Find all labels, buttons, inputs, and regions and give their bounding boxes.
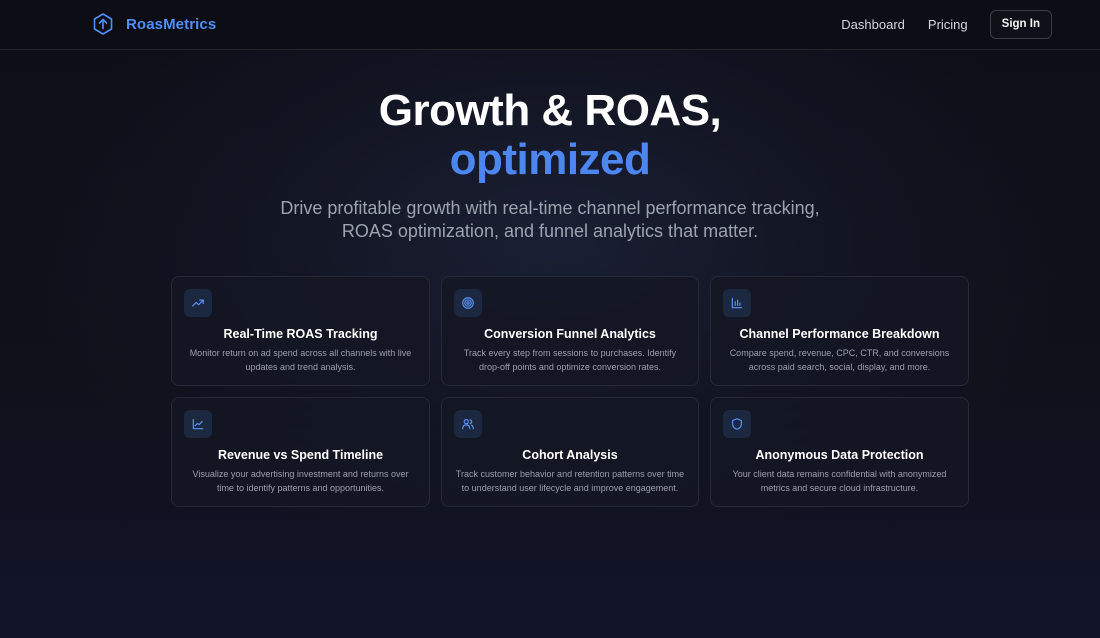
- line-chart-icon: [192, 418, 204, 430]
- feature-description: Your client data remains confidential wi…: [732, 469, 947, 493]
- nav-links: Dashboard Pricing Sign In: [841, 9, 1052, 39]
- feature-title: Revenue vs Spend Timeline: [217, 448, 384, 462]
- feature-title: Cohort Analysis: [522, 448, 618, 462]
- nav-link-dashboard[interactable]: Dashboard: [841, 17, 905, 32]
- feature-icon-tile: [184, 410, 212, 438]
- hero-subtitle-line-2: ROAS optimization, and funnel analytics …: [341, 221, 759, 241]
- feature-card-roas-tracking: Real-Time ROAS Tracking Monitor return o…: [171, 276, 430, 386]
- feature-icon-tile: [454, 410, 482, 438]
- nav-link-pricing[interactable]: Pricing: [928, 17, 968, 32]
- hero-title-highlight: optimized: [449, 135, 651, 184]
- shield-icon: [732, 418, 742, 430]
- feature-description: Track every step from sessions to purcha…: [463, 348, 677, 372]
- brand-logo-link[interactable]: RoasMetrics: [91, 11, 216, 37]
- trending-up-icon: [192, 299, 204, 307]
- feature-title: Conversion Funnel Analytics: [484, 327, 656, 341]
- top-navbar: RoasMetrics Dashboard Pricing Sign In: [0, 0, 1100, 50]
- bar-chart-icon: [731, 297, 743, 309]
- feature-icon-tile: [723, 410, 751, 438]
- brand-name: RoasMetrics: [126, 15, 217, 33]
- feature-description: Visualize your advertising investment an…: [192, 469, 409, 493]
- target-icon: [462, 297, 474, 309]
- hero-title: Growth & ROAS, optimized: [0, 86, 1100, 184]
- hero-subtitle: Drive profitable growth with real-time c…: [0, 197, 1100, 243]
- feature-title: Anonymous Data Protection: [755, 448, 924, 462]
- hero-title-line-1: Growth & ROAS,: [378, 86, 722, 135]
- sign-in-button[interactable]: Sign In: [989, 9, 1052, 39]
- feature-title: Channel Performance Breakdown: [739, 327, 940, 341]
- feature-card-revenue-timeline: Revenue vs Spend Timeline Visualize your…: [171, 397, 430, 507]
- feature-card-data-protection: Anonymous Data Protection Your client da…: [710, 397, 969, 507]
- feature-description: Compare spend, revenue, CPC, CTR, and co…: [729, 348, 950, 372]
- feature-title: Real-Time ROAS Tracking: [223, 327, 378, 341]
- feature-card-cohort-analysis: Cohort Analysis Track customer behavior …: [441, 397, 699, 507]
- feature-icon-tile: [184, 289, 212, 317]
- feature-icon-tile: [454, 289, 482, 317]
- feature-description: Track customer behavior and retention pa…: [455, 469, 685, 493]
- users-icon: [462, 419, 474, 430]
- feature-description: Monitor return on ad spend across all ch…: [189, 348, 412, 372]
- hexagon-arrow-up-icon: [93, 13, 113, 35]
- feature-card-channel-breakdown: Channel Performance Breakdown Compare sp…: [710, 276, 969, 386]
- feature-icon-tile: [723, 289, 751, 317]
- hero-subtitle-line-1: Drive profitable growth with real-time c…: [280, 198, 820, 218]
- feature-grid: Real-Time ROAS Tracking Monitor return o…: [171, 276, 969, 507]
- feature-card-funnel-analytics: Conversion Funnel Analytics Track every …: [441, 276, 699, 386]
